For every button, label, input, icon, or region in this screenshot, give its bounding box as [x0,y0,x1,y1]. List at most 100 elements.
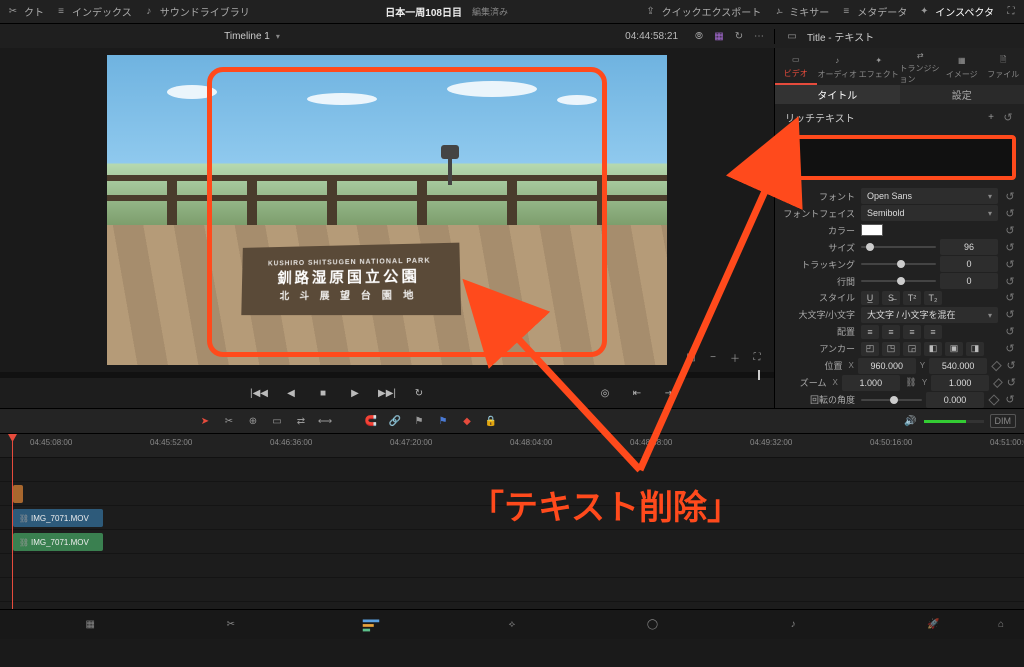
metadata-button[interactable]: ≡メタデータ [839,4,907,19]
track-v2[interactable] [0,482,1024,506]
insert-tool[interactable]: ⊕ [246,414,260,428]
zoom-in-icon[interactable]: ＋ [728,350,742,364]
edit-page-button[interactable] [360,614,382,636]
color-page-button[interactable]: ◯ [642,614,664,636]
fullscreen-icon[interactable]: ⛶ [750,350,764,364]
playhead[interactable] [12,434,13,609]
rich-text-input[interactable] [783,135,1016,180]
linespacing-value[interactable]: 0 [940,273,998,289]
rotation-keyframe[interactable] [988,394,999,405]
reset-anchor[interactable] [1004,343,1016,355]
selection-tool[interactable]: ➤ [198,414,212,428]
mark-in-button[interactable]: ⇤ [628,384,646,402]
stop-button[interactable]: ■ [314,384,332,402]
reset-richtext[interactable] [1002,111,1014,123]
play-button[interactable]: ▶ [346,384,364,402]
link-icon[interactable]: ⛓ [904,376,918,390]
tab-audio[interactable]: ♪オーディオ [817,48,859,85]
tracking-value[interactable]: 0 [940,256,998,272]
timeline-name[interactable]: Timeline 1 [224,31,270,42]
cut-page-button[interactable]: ✂ [220,614,242,636]
size-slider[interactable] [861,246,936,248]
track-a3[interactable] [0,578,1024,602]
reset-style[interactable] [1004,292,1016,304]
anchor-ml[interactable]: ◧ [924,342,942,356]
ripple-tool[interactable]: ⟷ [318,414,332,428]
rotation-value[interactable]: 0.000 [926,392,984,408]
video-clip-a[interactable]: ⛓ IMG_7071.MOV [13,509,103,527]
marker-button[interactable]: ⚑ [436,414,450,428]
audio-clip-a[interactable]: ⛓ IMG_7071.MOV [13,533,103,551]
anchor-tl[interactable]: ◰ [861,342,879,356]
lock-button[interactable]: 🔒 [484,414,498,428]
reset-tracking[interactable] [1004,258,1016,270]
options-icon[interactable]: ⋯ [752,29,766,43]
overwrite-tool[interactable]: ▭ [270,414,284,428]
timeline[interactable]: 04:45:08:00 04:45:52:00 04:46:36:00 04:4… [0,434,1024,609]
color-swatch[interactable] [861,224,883,236]
subtab-settings[interactable]: 設定 [900,85,1024,104]
mini-playhead[interactable] [758,370,760,380]
align-left-button[interactable]: ≡ [861,325,879,339]
position-keyframe[interactable] [991,360,1002,371]
zoom-y[interactable]: 1.000 [931,375,989,391]
cut-tab[interactable]: ✂クト [6,4,44,19]
reset-zoom[interactable] [1007,377,1016,389]
tab-transition[interactable]: ⇄トランジション [900,48,942,85]
anchor-mr[interactable]: ◨ [966,342,984,356]
strikethrough-button[interactable]: S̶ [882,291,900,305]
fairlight-page-button[interactable]: ♪ [782,614,804,636]
volume-slider[interactable] [924,420,984,423]
tab-image[interactable]: ▦イメージ [941,48,983,85]
mixer-button[interactable]: ♪̵ミキサー [771,4,829,19]
loop-button[interactable]: ↻ [410,384,428,402]
reset-linespacing[interactable] [1004,275,1016,287]
match-frame-button[interactable]: ◎ [596,384,614,402]
tab-effect[interactable]: ✦エフェクト [858,48,900,85]
font-dropdown[interactable]: Open Sans [861,188,998,204]
reset-fontface[interactable] [1004,207,1016,219]
blade-tool[interactable]: ✂ [222,414,236,428]
size-value[interactable]: 96 [940,239,998,255]
reset-case[interactable] [1004,309,1016,321]
align-right-button[interactable]: ≡ [903,325,921,339]
tab-video[interactable]: ▭ビデオ [775,48,817,85]
chevron-down-icon[interactable] [276,31,280,42]
timeline-ruler[interactable]: 04:45:08:00 04:45:52:00 04:46:36:00 04:4… [0,434,1024,458]
reset-font[interactable] [1004,190,1016,202]
reset-color[interactable] [1004,224,1016,236]
tab-file[interactable]: 🗎ファイル [983,48,1024,85]
superscript-button[interactable]: T² [903,291,921,305]
viewer-menu-icon[interactable]: ▦ [712,29,726,43]
sound-library-button[interactable]: ♪サウンドライブラリ [142,4,250,19]
underline-button[interactable]: U̲ [861,291,879,305]
marker2-button[interactable]: ◆ [460,414,474,428]
track-v1[interactable]: ⛓ IMG_7071.MOV [0,506,1024,530]
index-button[interactable]: ≡インデックス [54,4,132,19]
anchor-mc[interactable]: ▣ [945,342,963,356]
reset-align[interactable] [1004,326,1016,338]
expand-icon[interactable]: ⛶ [1004,5,1018,19]
position-x[interactable]: 960.000 [858,358,916,374]
inspector-button[interactable]: ✦インスペクタ [917,4,994,19]
track-v3[interactable] [0,458,1024,482]
track-a1[interactable]: ⛓ IMG_7071.MOV [0,530,1024,554]
mark-out-button[interactable]: ⇥ [660,384,678,402]
flag-button[interactable]: ⚑ [412,414,426,428]
first-frame-button[interactable]: |◀◀ [250,384,268,402]
fusion-page-button[interactable]: ⟡ [501,614,523,636]
zoom-keyframe[interactable] [993,378,1003,388]
add-icon[interactable]: + [984,110,998,124]
position-y[interactable]: 540.000 [929,358,987,374]
loop-icon[interactable]: ↻ [732,29,746,43]
timecode-display[interactable]: 04:44:58:21 [504,31,684,42]
linespacing-slider[interactable] [861,280,936,282]
title-clip[interactable] [13,485,23,503]
bypass-icon[interactable]: ⦾ [692,29,706,43]
tracking-slider[interactable] [861,263,936,265]
media-page-button[interactable]: ▦ [79,614,101,636]
speaker-icon[interactable]: 🔊 [904,414,918,428]
reset-position[interactable] [1006,360,1016,372]
align-justify-button[interactable]: ≡ [924,325,942,339]
reset-rotation[interactable] [1004,394,1016,406]
